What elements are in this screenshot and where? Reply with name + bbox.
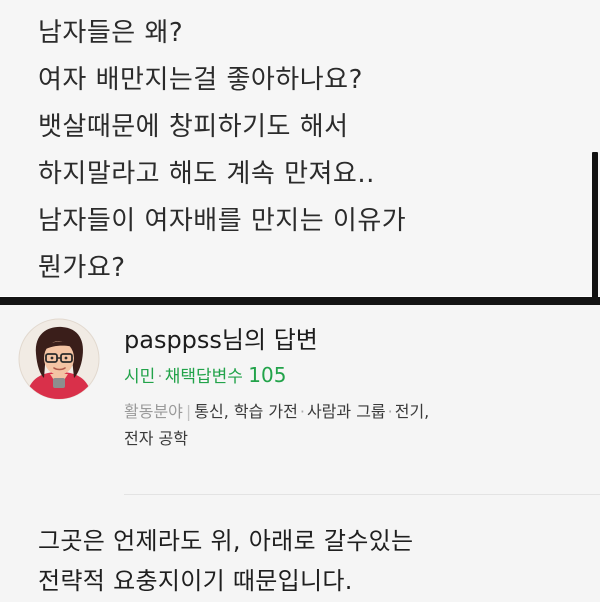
adopted-answers-label: 채택답변수 [164, 367, 243, 387]
question-section: 남자들은 왜? 여자 배만지는걸 좋아하나요? 뱃살때문에 창피하기도 해서 하… [0, 0, 600, 296]
question-line: 뭔가요? [38, 253, 126, 283]
activity-field[interactable]: 사람과 그룹 [307, 402, 386, 421]
question-line: 여자 배만지는걸 좋아하나요? [38, 65, 363, 95]
answer-author-name[interactable]: pasppss님의 답변 [124, 320, 318, 355]
scrollbar-thumb[interactable] [592, 152, 598, 300]
activity-fields-label: 활동분야 [124, 402, 183, 421]
activity-fields: 활동분야 | 통신, 학습 가전 · 사람과 그룹 · 전기, 전자 공학 [124, 398, 584, 452]
author-rank: 시민 [124, 367, 156, 387]
cartoon-avatar-icon[interactable] [18, 318, 100, 400]
answer-body-line: 전략적 요충지이기 때문입니다. [38, 567, 353, 595]
activity-field[interactable]: 전자 공학 [124, 429, 188, 448]
field-separator: · [299, 402, 305, 421]
question-line: 뱃살때문에 창피하기도 해서 [38, 112, 349, 142]
field-bar-separator: | [185, 402, 192, 421]
adopted-answers-count: 105 [248, 363, 287, 387]
meta-separator: · [157, 367, 163, 387]
question-line: 남자들이 여자배를 만지는 이유가 [38, 206, 407, 236]
answer-body-line: 그곳은 언제라도 위, 아래로 갈수있는 [38, 527, 414, 555]
activity-field[interactable]: 전기, [395, 402, 430, 421]
answer-header-divider [124, 494, 600, 495]
section-divider [0, 297, 600, 305]
screenshot-frame: 남자들은 왜? 여자 배만지는걸 좋아하나요? 뱃살때문에 창피하기도 해서 하… [0, 0, 600, 602]
activity-field[interactable]: 통신, 학습 가전 [194, 402, 298, 421]
field-separator: · [387, 402, 393, 421]
question-line: 남자들은 왜? [38, 18, 184, 48]
question-line: 하지말라고 해도 계속 만져요.. [38, 159, 375, 189]
author-meta: 시민 · 채택답변수 105 [124, 362, 286, 387]
